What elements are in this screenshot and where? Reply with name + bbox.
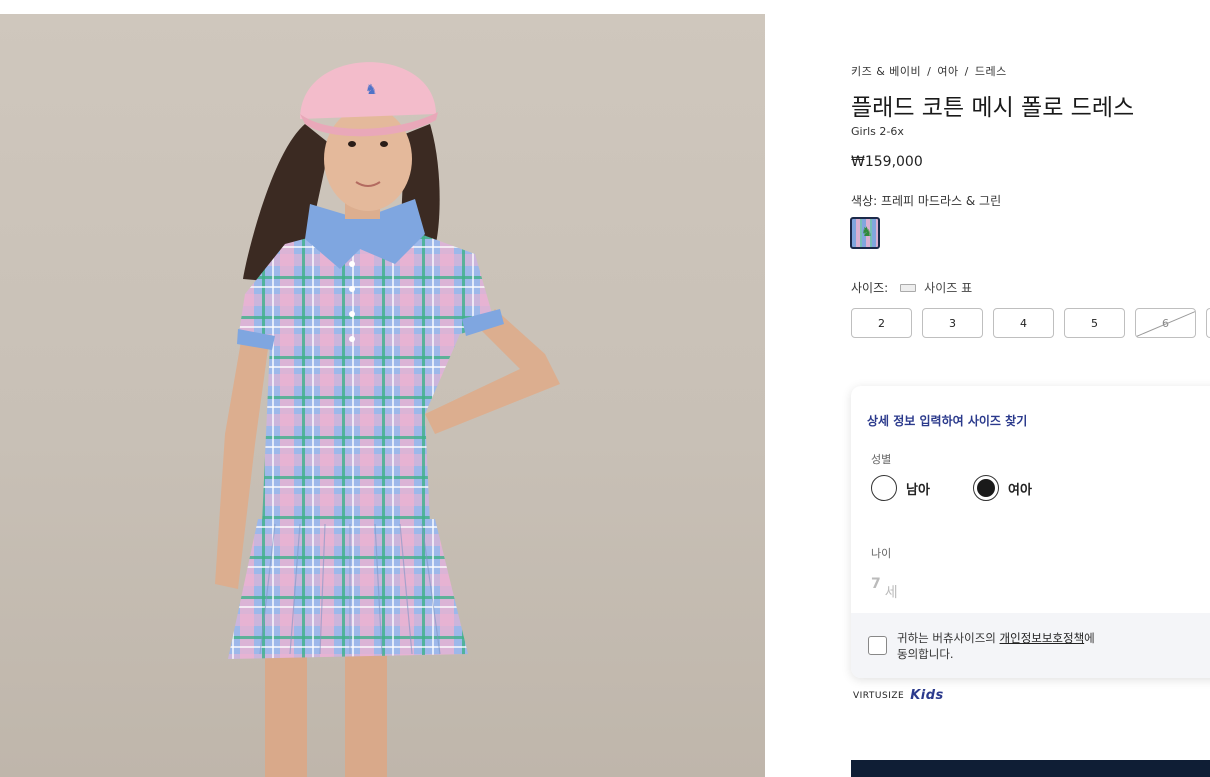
virtusize-kids-logo: Kids bbox=[910, 688, 944, 703]
size-chart-link[interactable]: 사이즈 표 bbox=[900, 279, 972, 296]
color-label: 색상: bbox=[851, 194, 878, 208]
product-title: 플래드 코튼 메시 폴로 드레스 bbox=[851, 95, 1135, 121]
color-value: 프레피 마드라스 & 그린 bbox=[880, 194, 1002, 208]
product-photo-illustration: ♞ bbox=[215, 62, 560, 777]
age-input[interactable]: 7세 bbox=[871, 576, 898, 601]
radio-checked-icon bbox=[973, 475, 999, 501]
product-image[interactable]: ♞ bbox=[0, 14, 765, 777]
gender-option-label: 남아 bbox=[906, 482, 930, 498]
privacy-policy-link[interactable]: 개인정보보호정책 bbox=[1000, 631, 1085, 645]
gender-option-label: 여아 bbox=[1008, 482, 1032, 498]
gender-option-girl[interactable]: 여아 bbox=[973, 475, 1032, 501]
consent-prefix: 귀하는 버츄사이즈의 bbox=[897, 631, 1000, 645]
age-value: 7 bbox=[871, 576, 881, 592]
product-subtitle: Girls 2-6x bbox=[851, 125, 904, 138]
size-option-2[interactable]: 2 bbox=[851, 308, 912, 338]
breadcrumb-separator: / bbox=[927, 65, 932, 78]
size-option-5[interactable]: 5 bbox=[1064, 308, 1125, 338]
polo-pony-icon: ♞ bbox=[861, 225, 873, 240]
virtusize-heading: 상세 정보 입력하여 사이즈 찾기 bbox=[867, 414, 1028, 428]
ruler-icon bbox=[900, 283, 917, 292]
breadcrumb: 키즈 & 베이비 / 여아 / 드레스 bbox=[851, 63, 1007, 79]
virtusize-size-finder: 상세 정보 입력하여 사이즈 찾기 성별 남아 여아 나이 7세 귀하는 버츄사… bbox=[851, 386, 1210, 678]
consent-checkbox[interactable] bbox=[868, 636, 887, 655]
svg-text:♞: ♞ bbox=[365, 82, 378, 98]
breadcrumb-separator: / bbox=[964, 65, 969, 78]
consent-text: 귀하는 버츄사이즈의 개인정보보호정책에 동의합니다. bbox=[897, 630, 1097, 662]
color-swatch-selected[interactable]: ♞ bbox=[850, 217, 880, 249]
radio-unchecked-icon bbox=[871, 475, 897, 501]
size-header: 사이즈: 사이즈 표 bbox=[851, 279, 972, 296]
breadcrumb-item[interactable]: 여아 bbox=[937, 65, 958, 78]
age-unit: 세 bbox=[884, 585, 898, 601]
size-options: 2 3 4 5 6 bbox=[851, 308, 1210, 338]
color-selection: 색상: 프레피 마드라스 & 그린 bbox=[851, 192, 1001, 209]
consent-section: 귀하는 버츄사이즈의 개인정보보호정책에 동의합니다. bbox=[851, 613, 1210, 678]
add-to-cart-button[interactable] bbox=[851, 760, 1210, 777]
breadcrumb-item[interactable]: 드레스 bbox=[975, 65, 1007, 78]
size-option-partial[interactable] bbox=[1206, 308, 1210, 338]
age-label: 나이 bbox=[871, 547, 892, 560]
size-option-3[interactable]: 3 bbox=[922, 308, 983, 338]
virtusize-brand: VIRTUSIZE bbox=[853, 690, 905, 701]
gender-option-boy[interactable]: 남아 bbox=[871, 475, 930, 501]
breadcrumb-item[interactable]: 키즈 & 베이비 bbox=[851, 65, 921, 78]
gender-label: 성별 bbox=[871, 453, 892, 466]
size-option-4[interactable]: 4 bbox=[993, 308, 1054, 338]
size-chart-label: 사이즈 표 bbox=[924, 281, 973, 295]
virtusize-logo: VIRTUSIZE Kids bbox=[853, 688, 944, 703]
product-price: ₩159,000 bbox=[851, 154, 923, 170]
size-option-6-unavailable[interactable]: 6 bbox=[1135, 308, 1196, 338]
size-label: 사이즈: bbox=[851, 281, 889, 295]
